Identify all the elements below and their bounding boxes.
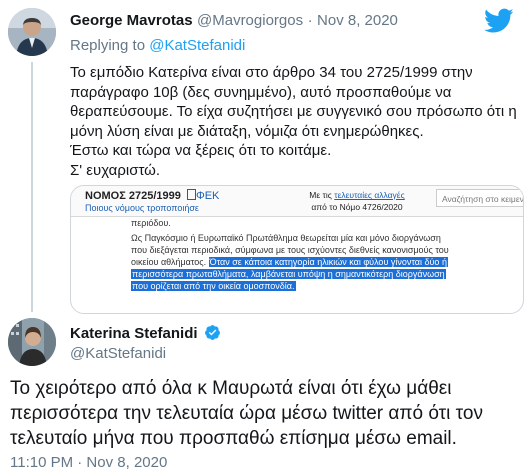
twitter-bird-icon[interactable]	[484, 8, 514, 39]
reply-tweet-body: Το εμπόδιο Κατερίνα είναι στο άρθρο 34 τ…	[70, 63, 517, 180]
latest-changes-info: Με τις τελευταίες αλλαγές από το Νόμο 47…	[297, 189, 417, 213]
avatar-katerina-stefanidi[interactable]	[8, 318, 56, 366]
body-line: θεραπεύσουμε. Το είχα συζητήσει με συγγε…	[70, 103, 517, 120]
replying-to-prefix: Replying to	[70, 37, 150, 54]
thread-connector-line	[31, 62, 33, 312]
changes-prefix: Με τις	[309, 190, 335, 200]
document-search-box: Αναζήτηση στο κειμενο	[436, 189, 523, 207]
document-header: ΝΟΜΟΣ 2725/1999 ΦΕΚ Ποιους νόμους τροποπ…	[71, 186, 523, 217]
paragraph-line: που διεξάγεται περιοδικά, σύμφωνα με του…	[131, 245, 449, 255]
body-line: τελευταίο μήνα που προσπαθώ επίσημα μέσω…	[10, 428, 457, 449]
highlighted-text: Όταν σε κάποια κατηγορία ηλικιών και φύλ…	[208, 257, 448, 267]
paragraph-line: Ως Παγκόσμιο ή Ευρωπαϊκό Πρωτάθλημα θεωρ…	[131, 233, 441, 243]
avatar-image	[8, 8, 56, 56]
law-title-row: ΝΟΜΟΣ 2725/1999 ΦΕΚ	[85, 189, 219, 202]
tweet-timestamp[interactable]: 11:10 PM · Nov 8, 2020	[10, 454, 167, 471]
fragment-text: περιόδου.	[131, 218, 171, 228]
paragraph-line: που ορίζεται από την οικεία ομοσπονδία.	[131, 281, 296, 291]
paragraph-line: οικείου αθλήματος. Όταν σε κάποια κατηγο…	[131, 257, 448, 267]
highlighted-text: που ορίζεται από την οικεία ομοσπονδία.	[131, 281, 296, 291]
body-line: Σ' ευχαριστώ.	[70, 161, 161, 179]
law-title: ΝΟΜΟΣ 2725/1999	[85, 190, 181, 202]
changes-suffix: από το Νόμο 4726/2020	[311, 202, 403, 212]
body-line: περισσότερα την τελευταία ώρα μέσω twitt…	[10, 403, 483, 424]
main-tweet-body: Το χειρότερο από όλα κ Μαυρωτά είναι ότι…	[10, 376, 483, 451]
highlighted-text: περισσότερα πρωταθλήματα, λαμβάνεται υπό…	[131, 269, 446, 279]
body-line: Έστω και τώρα να ξέρεις ότι το κοιτάμε.	[70, 142, 332, 159]
paragraph-text: οικείου αθλήματος.	[131, 257, 209, 267]
main-tweet-author: Katerina Stefanidi	[70, 324, 221, 346]
body-line: παράγραφο 10β (δες συνημμένο), αυτό προσ…	[70, 83, 452, 101]
document-icon	[186, 189, 196, 200]
changes-link: τελευταίες αλλαγές	[334, 190, 405, 200]
author-name[interactable]: Katerina Stefanidi	[70, 325, 198, 342]
verified-badge-icon	[204, 324, 221, 346]
attached-image[interactable]: ΝΟΜΟΣ 2725/1999 ΦΕΚ Ποιους νόμους τροποπ…	[70, 185, 524, 314]
author-name[interactable]: George Mavrotas	[70, 12, 193, 29]
avatar-george-mavrotas[interactable]	[8, 8, 56, 56]
avatar-image	[8, 318, 56, 366]
body-line: Το εμπόδιο Κατερίνα είναι στο άρθρο 34 τ…	[70, 64, 473, 81]
reply-tweet-header: George Mavrotas @Mavrogiorgos · Nov 8, 2…	[70, 12, 398, 30]
body-line: μόνη λύση είναι με διάταξη, νόμιζα ότι ε…	[70, 122, 424, 140]
modifying-laws-link: Ποιους νόμους τροποποιήσε	[85, 203, 199, 213]
replying-to: Replying to @KatStefanidi	[70, 37, 245, 54]
paragraph-line: περισσότερα πρωταθλήματα, λαμβάνεται υπό…	[131, 269, 446, 279]
author-handle[interactable]: @KatStefanidi	[70, 345, 166, 362]
tweet-date[interactable]: Nov 8, 2020	[317, 12, 398, 29]
fek-link: ΦΕΚ	[195, 190, 220, 202]
replying-to-handle-link[interactable]: @KatStefanidi	[149, 37, 245, 54]
body-line: Το χειρότερο από όλα κ Μαυρωτά είναι ότι…	[10, 378, 452, 399]
meta-separator: ·	[307, 12, 313, 29]
author-handle[interactable]: @Mavrogiorgos	[197, 12, 303, 29]
